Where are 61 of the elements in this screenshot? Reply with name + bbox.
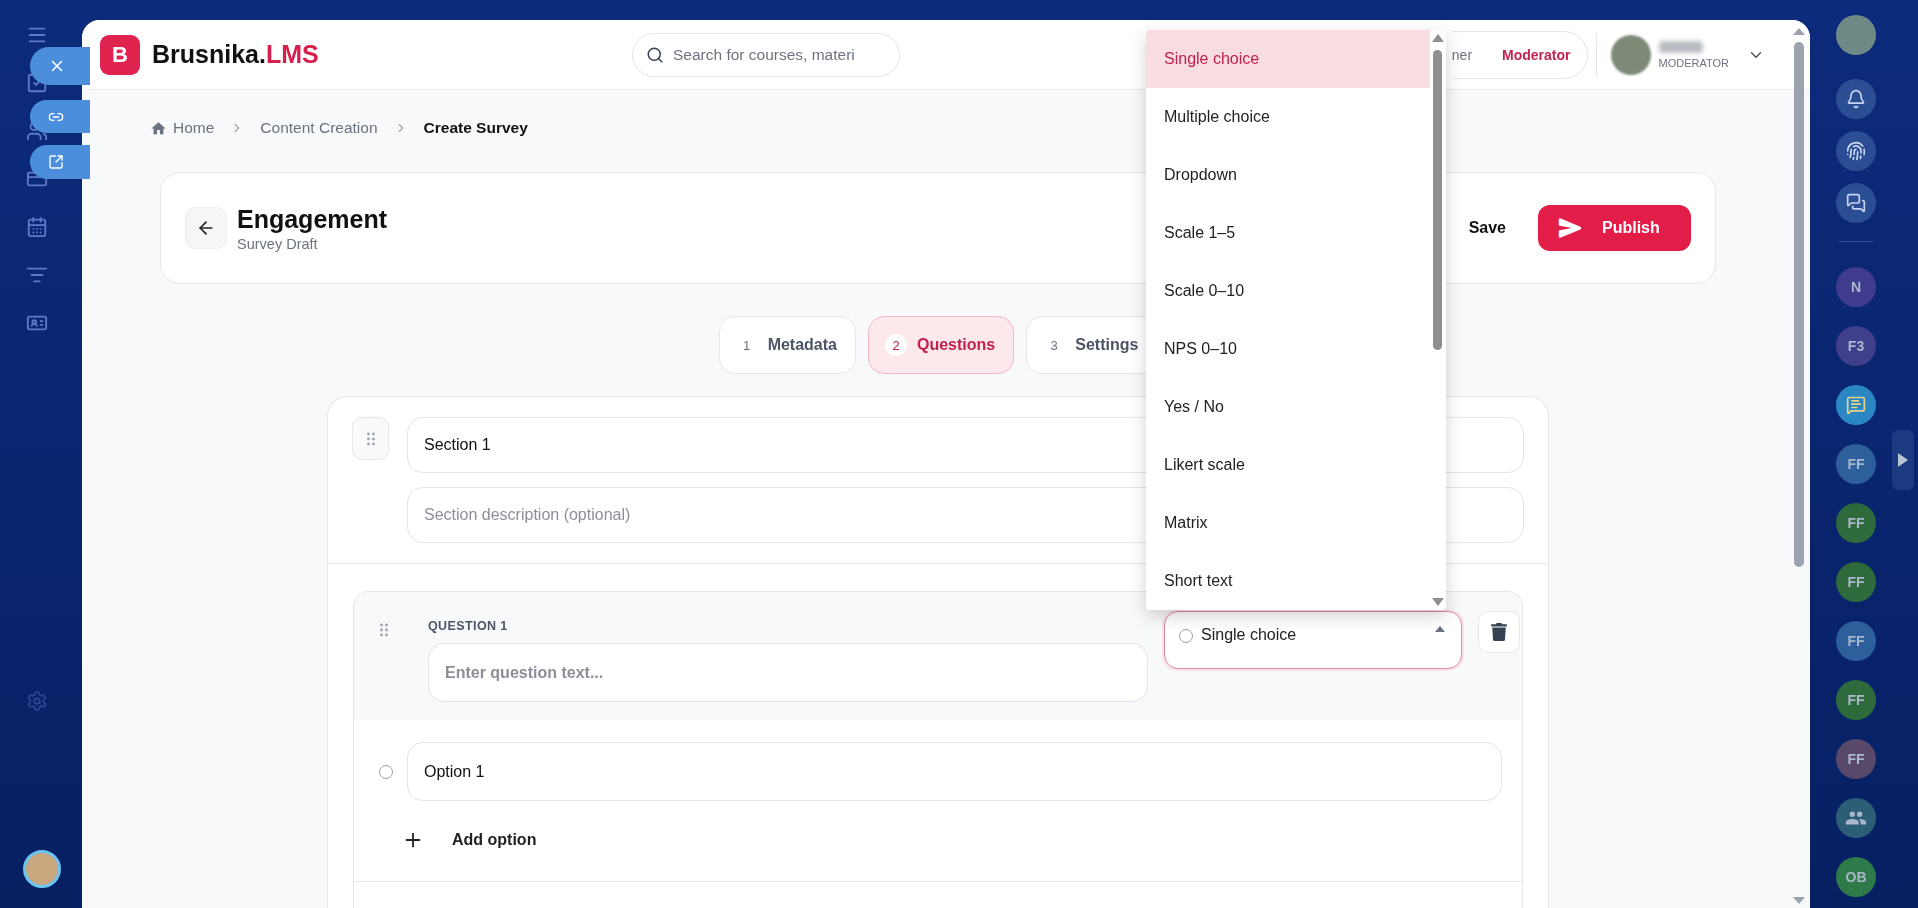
- option-field[interactable]: Option 1: [407, 742, 1502, 801]
- menu-option[interactable]: Scale 1–5: [1146, 204, 1430, 262]
- close-button[interactable]: [30, 47, 90, 85]
- bell-icon[interactable]: [1836, 79, 1876, 119]
- breadcrumb-link[interactable]: Create Survey: [423, 119, 528, 137]
- contact-avatar[interactable]: N: [1836, 267, 1876, 307]
- scroll-down-arrow-icon[interactable]: [1432, 598, 1444, 606]
- scrollbar-thumb[interactable]: [1433, 50, 1442, 350]
- blurred-name: [1658, 40, 1703, 53]
- contact-avatar[interactable]: F3: [1836, 326, 1876, 366]
- link-button[interactable]: [30, 100, 90, 133]
- scroll-down-arrow-icon[interactable]: [1793, 897, 1805, 904]
- question-type-select[interactable]: Single choice: [1164, 611, 1462, 669]
- logo-icon: B: [100, 34, 140, 75]
- contact-avatar[interactable]: FF: [1836, 739, 1876, 779]
- breadcrumb-link[interactable]: Home: [173, 119, 215, 137]
- save-button[interactable]: Save: [1462, 218, 1512, 238]
- home-icon: [150, 119, 167, 137]
- send-icon: [1558, 216, 1582, 240]
- scroll-up-arrow-icon[interactable]: [1432, 34, 1444, 42]
- group-avatar[interactable]: [1836, 798, 1876, 838]
- chat-icon[interactable]: [1836, 183, 1876, 223]
- menu-option[interactable]: Short text: [1146, 552, 1430, 610]
- drag-handle-icon[interactable]: [366, 431, 375, 446]
- delete-button[interactable]: [1478, 611, 1520, 653]
- scrollbar-thumb[interactable]: [1794, 42, 1804, 567]
- drag-handle[interactable]: [352, 417, 389, 460]
- radio-button[interactable]: [379, 764, 393, 779]
- external-link-button[interactable]: [30, 145, 90, 179]
- avatar-placeholder[interactable]: [1836, 15, 1876, 55]
- step-tab[interactable]: 1 Metadata: [718, 316, 856, 374]
- brand-name: Brusnika.LMS: [152, 40, 319, 69]
- add-option-button[interactable]: Add option: [398, 821, 541, 859]
- trash-icon: [1490, 623, 1508, 641]
- role-option[interactable]: ner: [1451, 46, 1473, 63]
- survey-subtitle: Survey Draft: [237, 235, 319, 252]
- search-icon: [646, 45, 664, 64]
- chat-avatar[interactable]: [1836, 385, 1876, 425]
- menu-option[interactable]: Multiple choice: [1146, 88, 1430, 146]
- fingerprint-icon[interactable]: [1836, 131, 1876, 171]
- scroll-up-arrow-icon[interactable]: [1793, 28, 1805, 35]
- caret-up-icon: [1435, 626, 1445, 632]
- menu-option[interactable]: Single choice: [1146, 30, 1430, 88]
- breadcrumb-link[interactable]: Content Creation: [260, 119, 378, 137]
- question-text-field[interactable]: Enter question text...: [428, 643, 1148, 702]
- role-option[interactable]: Moderator: [1502, 46, 1571, 63]
- calendar-icon[interactable]: [26, 216, 48, 238]
- avatar-placeholder[interactable]: [23, 850, 61, 888]
- avatar-placeholder[interactable]: [1610, 34, 1651, 75]
- search-field[interactable]: Search for courses, materi: [632, 32, 900, 77]
- back-button[interactable]: [185, 207, 227, 249]
- publish-button[interactable]: Publish: [1538, 205, 1691, 251]
- expand-button[interactable]: [1892, 430, 1914, 490]
- radio-icon: [1179, 629, 1193, 643]
- survey-title: Engagement: [237, 204, 388, 234]
- step-tab[interactable]: 2 Questions: [868, 316, 1015, 374]
- user-role: MODERATOR: [1658, 56, 1729, 69]
- drag-handle-icon[interactable]: [380, 623, 388, 637]
- external-link-icon: [48, 154, 64, 170]
- menu-option[interactable]: Dropdown: [1146, 146, 1430, 204]
- question-label: QUESTION 1: [428, 619, 509, 633]
